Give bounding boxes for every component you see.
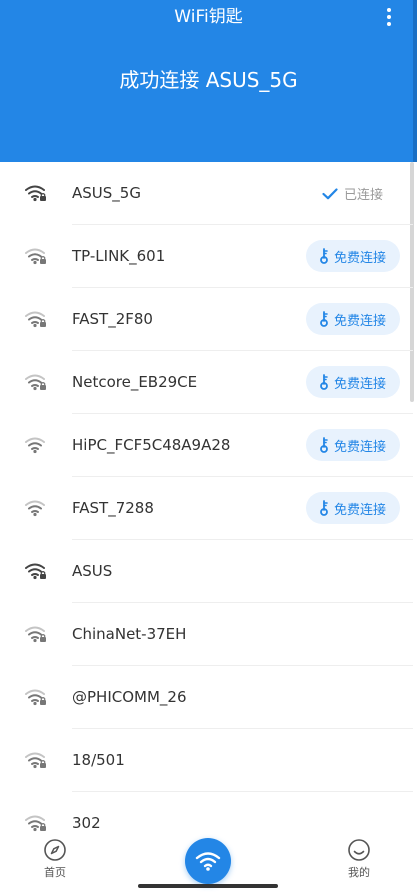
- wifi-lock-icon: [25, 311, 46, 328]
- network-row[interactable]: 18/501: [0, 729, 413, 792]
- connected-status: 已连接: [322, 162, 383, 225]
- free-connect-label: 免费连接: [333, 502, 386, 518]
- smiley-icon: [348, 839, 370, 861]
- network-row[interactable]: FAST_7288 免费连接: [0, 477, 413, 540]
- network-ssid: ChinaNet-37EH: [72, 625, 187, 643]
- center-wifi-button[interactable]: [185, 838, 231, 884]
- network-list: ASUS_5G 已连接 TP-LINK_601 免费连接 FAST_2F80 免费连接 Ne…: [0, 162, 413, 855]
- free-connect-button[interactable]: 免费连接: [305, 366, 400, 398]
- wifi-lock-icon: [25, 815, 46, 832]
- wifi-lock-icon: [25, 248, 46, 265]
- check-icon: [322, 187, 338, 199]
- wifi-lock-icon: [25, 752, 46, 769]
- free-connect-label: 免费连接: [333, 313, 386, 329]
- app-title: WiFi钥匙: [174, 7, 243, 27]
- network-ssid: 18/501: [72, 751, 125, 769]
- wifi-lock-icon: [25, 185, 46, 202]
- key-icon: [320, 248, 328, 264]
- wifi-icon: [25, 437, 45, 454]
- more-vertical-icon[interactable]: [379, 4, 399, 30]
- free-connect-button[interactable]: 免费连接: [305, 492, 400, 524]
- key-icon: [320, 500, 328, 516]
- network-ssid: Netcore_EB29CE: [72, 373, 198, 391]
- wifi-icon: [195, 852, 221, 871]
- network-row[interactable]: ChinaNet-37EH: [0, 603, 413, 666]
- network-ssid: HiPC_FCF5C48A9A28: [72, 436, 231, 454]
- connection-status-title: 成功连接 ASUS_5G: [119, 68, 298, 92]
- network-row[interactable]: HiPC_FCF5C48A9A28 免费连接: [0, 414, 413, 477]
- connected-label: 已连接: [343, 188, 383, 203]
- network-row[interactable]: Netcore_EB29CE 免费连接: [0, 351, 413, 414]
- nav-me-label: 我的: [348, 866, 370, 879]
- free-connect-label: 免费连接: [333, 250, 386, 266]
- compass-icon: [44, 839, 66, 861]
- free-connect-label: 免费连接: [333, 439, 386, 455]
- nav-home-label: 首页: [44, 866, 66, 879]
- network-ssid: FAST_7288: [72, 499, 154, 517]
- nav-home[interactable]: 首页: [25, 838, 85, 880]
- wifi-lock-icon: [25, 626, 46, 643]
- home-indicator: [138, 884, 278, 888]
- key-icon: [320, 311, 328, 327]
- key-icon: [320, 374, 328, 390]
- free-connect-label: 免费连接: [333, 376, 386, 392]
- network-row[interactable]: FAST_2F80 免费连接: [0, 288, 413, 351]
- wifi-icon: [25, 500, 45, 517]
- bottom-nav: 首页 我的: [0, 834, 417, 892]
- network-ssid: ASUS: [72, 562, 113, 580]
- scrollbar-track: [413, 0, 417, 162]
- network-row[interactable]: @PHICOMM_26: [0, 666, 413, 729]
- network-ssid: @PHICOMM_26: [72, 688, 187, 706]
- header: WiFi钥匙 成功连接 ASUS_5G: [0, 0, 417, 162]
- network-ssid: TP-LINK_601: [72, 247, 166, 265]
- free-connect-button[interactable]: 免费连接: [305, 240, 400, 272]
- wifi-lock-icon: [25, 374, 46, 391]
- network-row[interactable]: ASUS: [0, 540, 413, 603]
- wifi-lock-icon: [25, 689, 46, 706]
- network-row[interactable]: ASUS_5G 已连接: [0, 162, 413, 225]
- free-connect-button[interactable]: 免费连接: [305, 303, 400, 335]
- network-row[interactable]: TP-LINK_601 免费连接: [0, 225, 413, 288]
- network-ssid: FAST_2F80: [72, 310, 153, 328]
- free-connect-button[interactable]: 免费连接: [305, 429, 400, 461]
- wifi-lock-icon: [25, 563, 46, 580]
- nav-me[interactable]: 我的: [329, 838, 389, 880]
- key-icon: [320, 437, 328, 453]
- network-ssid: ASUS_5G: [72, 184, 141, 202]
